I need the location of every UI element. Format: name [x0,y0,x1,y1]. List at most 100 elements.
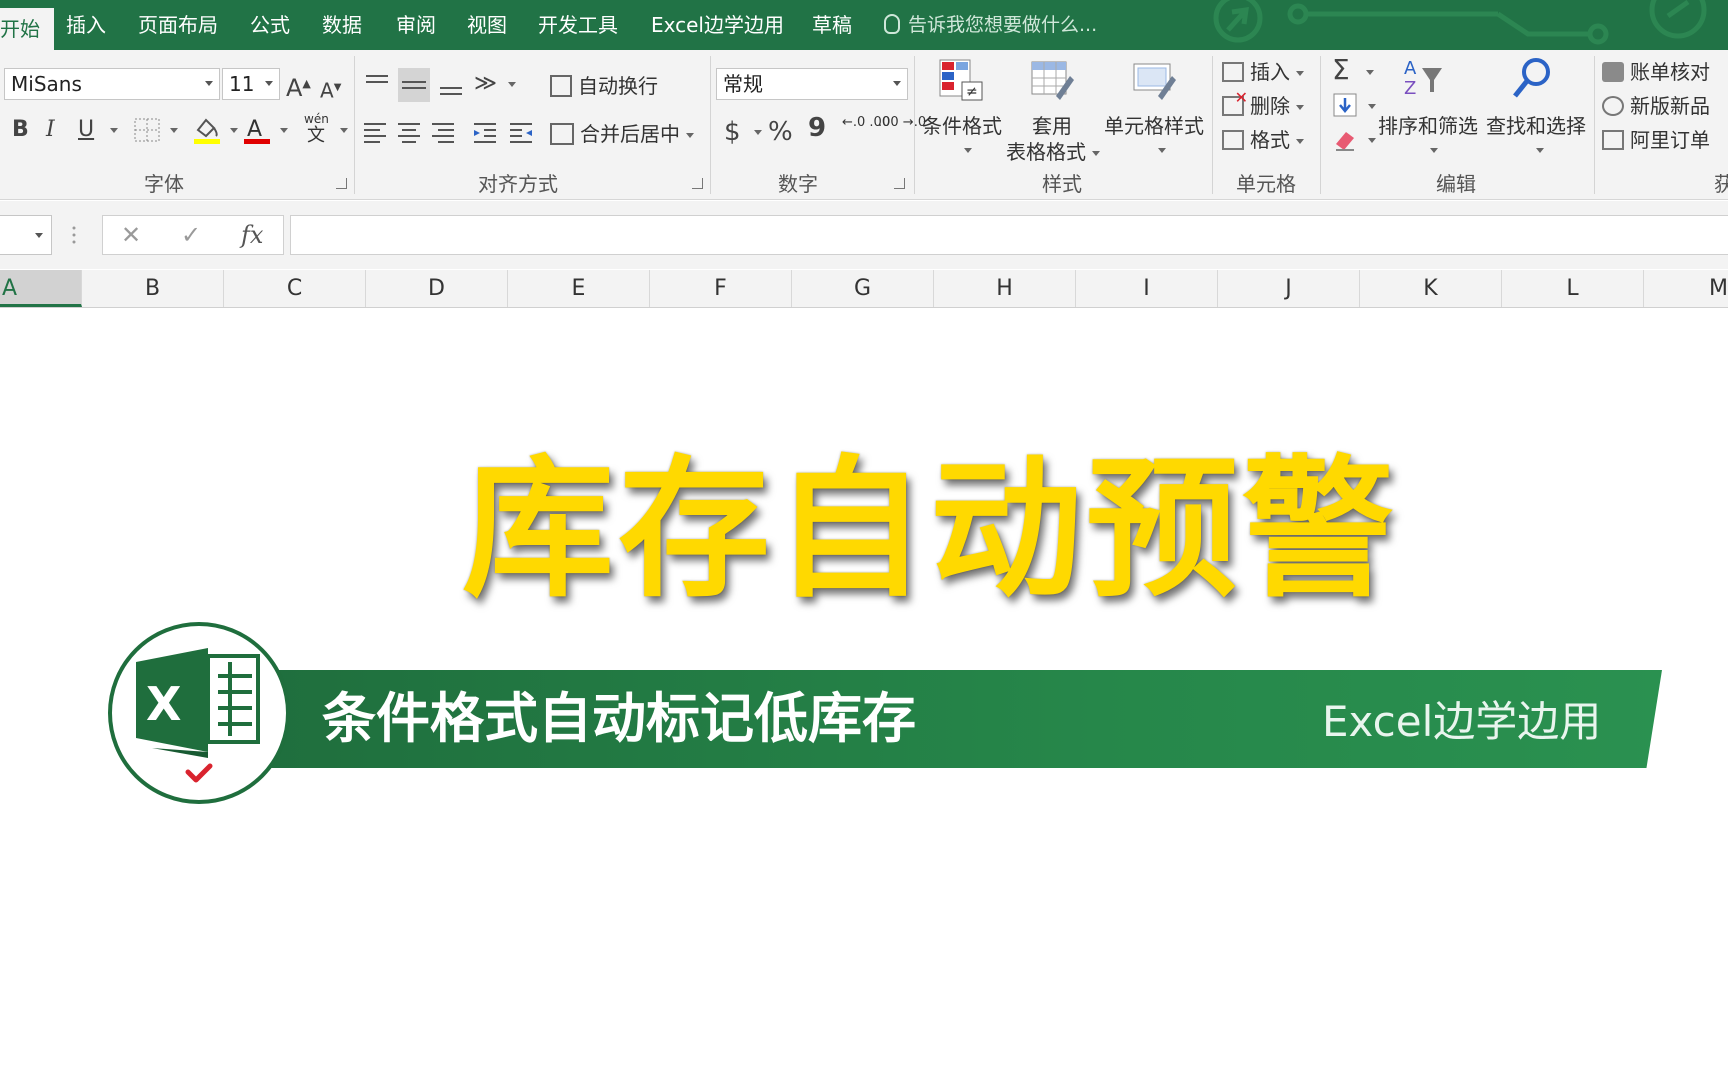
font-color-dropdown-icon[interactable] [280,128,288,133]
vertical-align-buttons[interactable] [362,68,482,102]
bold-button[interactable]: B [12,116,29,144]
phonetic-guide-button[interactable]: wén 文 [304,112,329,146]
sort-filter-button[interactable]: 排序和筛选 [1378,112,1478,140]
column-header-g[interactable]: G [792,270,934,307]
conditional-format-dropdown-icon[interactable] [964,148,972,153]
column-header-m[interactable]: M [1644,270,1728,307]
orientation-dropdown-icon[interactable] [508,82,516,87]
column-header-e[interactable]: E [508,270,650,307]
ali-orders-button[interactable]: 阿里订单 [1602,126,1710,154]
fill-color-dropdown-icon[interactable] [230,128,238,133]
ribbon-tab-bar: 开始 插入 页面布局 公式 数据 审阅 视图 开发工具 Excel边学边用 草稿… [0,0,1728,50]
font-name-combo[interactable]: MiSans [4,68,220,100]
cancel-entry-button[interactable]: ✕ [121,220,141,250]
autosum-dropdown-icon[interactable] [1366,70,1374,75]
tab-page-layout[interactable]: 页面布局 [138,0,218,50]
fill-dropdown-icon[interactable] [1368,104,1376,109]
merge-center-button[interactable]: 合并后居中 [550,120,694,148]
circuit-decoration-icon [1213,0,1707,45]
conditional-format-button[interactable]: 条件格式 [922,112,1002,140]
tab-home[interactable]: 开始 [0,8,54,50]
fill-down-button[interactable] [1332,92,1358,118]
table-format-button[interactable]: 表格格式 [1006,138,1100,166]
horizontal-align-buttons[interactable] [362,118,562,148]
tell-me-search[interactable]: 告诉我您想要做什么... [884,0,1097,50]
insert-cells-button[interactable]: 插入 [1222,58,1304,86]
column-header-c[interactable]: C [224,270,366,307]
orientation-button[interactable]: ≫ [474,70,497,98]
find-select-button[interactable]: 查找和选择 [1486,112,1586,140]
insert-function-button[interactable]: fx [241,220,263,250]
tab-review[interactable]: 审阅 [396,0,436,50]
column-header-d[interactable]: D [366,270,508,307]
column-header-a[interactable]: A [0,270,82,307]
clear-button[interactable] [1332,126,1358,152]
format-cells-button[interactable]: 格式 [1222,126,1304,154]
tab-developer[interactable]: 开发工具 [538,0,618,50]
percent-button[interactable]: % [768,118,793,146]
column-header-j[interactable]: J [1218,270,1360,307]
group-divider [1212,56,1213,194]
group-label-alignment: 对齐方式 [478,172,558,196]
svg-text:Z: Z [1404,78,1416,99]
column-header-h[interactable]: H [934,270,1076,307]
underline-button[interactable]: U [78,116,94,144]
font-color-button[interactable]: A [242,114,272,146]
grow-font-button[interactable]: A▲ [286,70,311,102]
currency-button[interactable]: $ [724,118,741,146]
chevron-down-icon [1296,139,1304,144]
account-check-button[interactable]: 账单核对 [1602,58,1710,86]
column-header-f[interactable]: F [650,270,792,307]
merge-dropdown-icon[interactable] [686,133,694,138]
resize-handle-icon[interactable] [72,225,76,245]
phonetic-top-text: wén [304,112,329,126]
svg-text:A: A [247,117,262,142]
cell-styles-dropdown-icon[interactable] [1158,148,1166,153]
group-label-cells: 单元格 [1236,172,1296,196]
column-header-k[interactable]: K [1360,270,1502,307]
confirm-entry-button[interactable]: ✓ [181,220,201,250]
name-box[interactable] [0,215,52,255]
group-divider [354,56,355,194]
shrink-font-button[interactable]: A▼ [320,74,341,105]
formula-input[interactable] [290,215,1728,255]
clear-dropdown-icon[interactable] [1368,138,1376,143]
shrink-font-icon: A [320,78,334,103]
new-products-button[interactable]: 新版新品 [1602,92,1710,120]
chevron-down-icon [893,81,901,86]
group-divider [710,56,711,194]
borders-dropdown-icon[interactable] [170,128,178,133]
column-header-b[interactable]: B [82,270,224,307]
alignment-dialog-launcher-icon[interactable] [692,178,703,189]
font-size-combo[interactable]: 11 [222,68,280,100]
increase-decimal-button[interactable]: ←.0 .00 [842,116,890,130]
find-select-dropdown-icon[interactable] [1536,148,1544,153]
tab-insert[interactable]: 插入 [66,0,106,50]
font-dialog-launcher-icon[interactable] [336,178,347,189]
autosum-button[interactable]: Σ [1332,56,1350,84]
cell-styles-button[interactable]: 单元格样式 [1104,112,1204,140]
phonetic-dropdown-icon[interactable] [340,128,348,133]
borders-button[interactable] [134,118,160,142]
currency-dropdown-icon[interactable] [754,130,762,135]
italic-button[interactable]: I [46,116,55,144]
delete-cells-button[interactable]: ✕ 删除 [1222,90,1304,120]
underline-dropdown-icon[interactable] [110,128,118,133]
tell-me-text: 告诉我您想要做什么... [908,14,1098,36]
tab-view[interactable]: 视图 [467,0,507,50]
tab-formulas[interactable]: 公式 [250,0,290,50]
tab-excel-biansue[interactable]: Excel边学边用 [651,0,784,50]
tab-draft[interactable]: 草稿 [812,0,852,50]
decrease-decimal-button[interactable]: .00 →.0 [878,116,926,130]
column-header-i[interactable]: I [1076,270,1218,307]
column-header-l[interactable]: L [1502,270,1644,307]
sort-filter-dropdown-icon[interactable] [1430,148,1438,153]
number-dialog-launcher-icon[interactable] [894,178,905,189]
wrap-text-button[interactable]: 自动换行 [550,72,658,100]
fill-color-button[interactable] [192,114,222,146]
tab-data[interactable]: 数据 [322,0,362,50]
comma-style-button[interactable]: 9 [808,114,826,142]
number-format-combo[interactable]: 常规 [716,68,908,100]
font-name-value: MiSans [11,72,82,96]
find-select-label: 查找和选择 [1486,114,1586,138]
